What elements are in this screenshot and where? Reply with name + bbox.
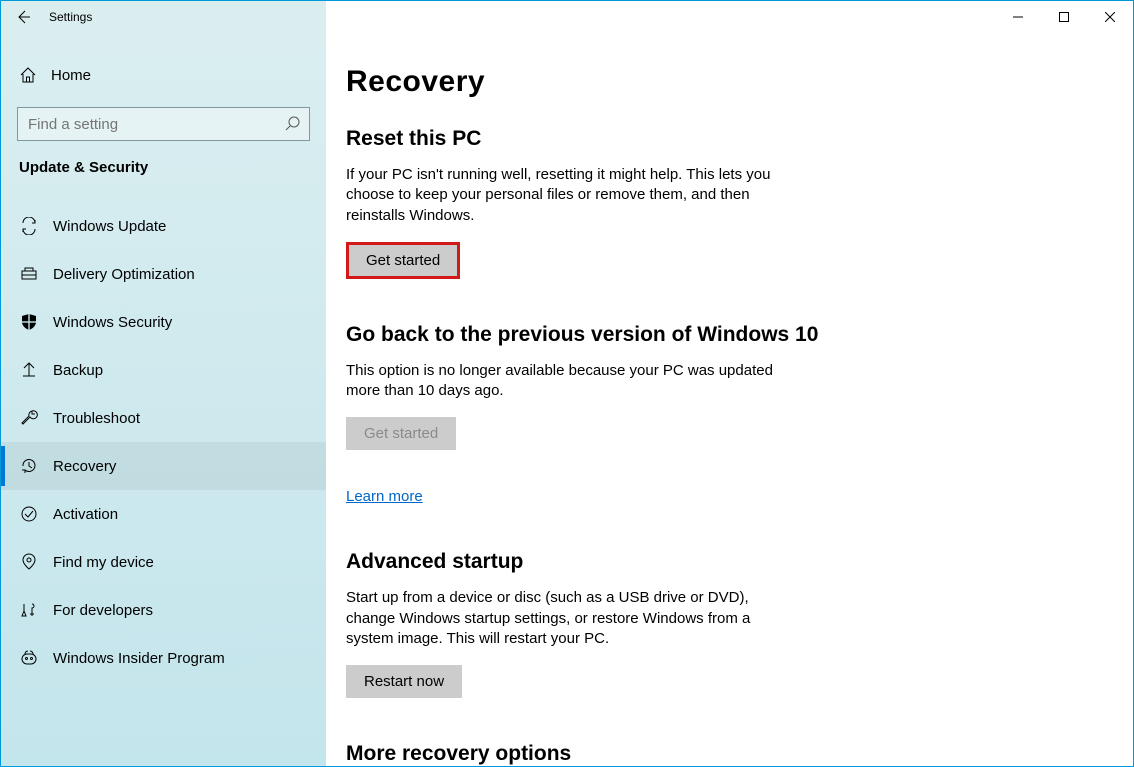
window-controls <box>995 1 1133 33</box>
nav-label: Windows Security <box>53 314 172 331</box>
back-button[interactable] <box>1 1 45 33</box>
nav-label: Troubleshoot <box>53 410 140 427</box>
close-button[interactable] <box>1087 1 1133 33</box>
nav-list: Windows Update Delivery Optimization Win… <box>1 202 326 682</box>
minimize-button[interactable] <box>995 1 1041 33</box>
maximize-icon <box>1059 12 1069 22</box>
nav-windows-update[interactable]: Windows Update <box>1 202 326 250</box>
nav-for-developers[interactable]: For developers <box>1 586 326 634</box>
nav-windows-insider[interactable]: Windows Insider Program <box>1 634 326 682</box>
restart-now-button[interactable]: Restart now <box>346 665 462 698</box>
minimize-icon <box>1013 12 1023 22</box>
search-input[interactable] <box>17 107 310 141</box>
advanced-heading: Advanced startup <box>346 550 906 574</box>
goback-learn-more-link[interactable]: Learn more <box>346 488 423 505</box>
sidebar: Home Update & Security Windows Update <box>1 33 326 766</box>
nav-activation[interactable]: Activation <box>1 490 326 538</box>
sync-icon <box>19 217 39 235</box>
goback-description: This option is no longer available becau… <box>346 361 796 402</box>
nav-label: Find my device <box>53 554 154 571</box>
main-content: Recovery Reset this PC If your PC isn't … <box>326 33 1133 766</box>
delivery-icon <box>19 265 39 283</box>
reset-heading: Reset this PC <box>346 127 906 151</box>
section-advanced-startup: Advanced startup Start up from a device … <box>346 550 906 698</box>
nav-find-my-device[interactable]: Find my device <box>1 538 326 586</box>
nav-label: Activation <box>53 506 118 523</box>
nav-label: Backup <box>53 362 103 379</box>
reset-get-started-button[interactable]: Get started <box>346 242 460 279</box>
window-title: Settings <box>49 10 92 24</box>
nav-label: Recovery <box>53 458 116 475</box>
home-icon <box>19 66 37 84</box>
nav-windows-security[interactable]: Windows Security <box>1 298 326 346</box>
maximize-button[interactable] <box>1041 1 1087 33</box>
backup-icon <box>19 361 39 379</box>
page-title: Recovery <box>346 65 1133 99</box>
section-more-recovery: More recovery options Learn how to start… <box>346 742 906 766</box>
search-box[interactable] <box>17 107 310 141</box>
reset-description: If your PC isn't running well, resetting… <box>346 165 796 226</box>
nav-label: Delivery Optimization <box>53 266 195 283</box>
search-icon <box>285 116 300 131</box>
home-button[interactable]: Home <box>1 55 326 95</box>
goback-get-started-button: Get started <box>346 417 456 450</box>
category-label: Update & Security <box>1 159 326 186</box>
nav-troubleshoot[interactable]: Troubleshoot <box>1 394 326 442</box>
nav-backup[interactable]: Backup <box>1 346 326 394</box>
wrench-icon <box>19 409 39 427</box>
close-icon <box>1105 12 1115 22</box>
check-circle-icon <box>19 505 39 523</box>
nav-recovery[interactable]: Recovery <box>1 442 326 490</box>
location-icon <box>19 553 39 571</box>
arrow-left-icon <box>15 9 31 25</box>
insider-icon <box>19 649 39 667</box>
tools-icon <box>19 601 39 619</box>
section-reset-pc: Reset this PC If your PC isn't running w… <box>346 127 906 279</box>
shield-icon <box>19 313 39 331</box>
section-go-back: Go back to the previous version of Windo… <box>346 323 906 507</box>
more-heading: More recovery options <box>346 742 906 766</box>
nav-label: Windows Insider Program <box>53 650 225 667</box>
titlebar: Settings <box>1 1 1133 33</box>
goback-heading: Go back to the previous version of Windo… <box>346 323 906 347</box>
home-label: Home <box>51 67 91 84</box>
nav-label: For developers <box>53 602 153 619</box>
nav-label: Windows Update <box>53 218 166 235</box>
nav-delivery-optimization[interactable]: Delivery Optimization <box>1 250 326 298</box>
advanced-description: Start up from a device or disc (such as … <box>346 588 786 649</box>
recovery-icon <box>19 457 39 475</box>
